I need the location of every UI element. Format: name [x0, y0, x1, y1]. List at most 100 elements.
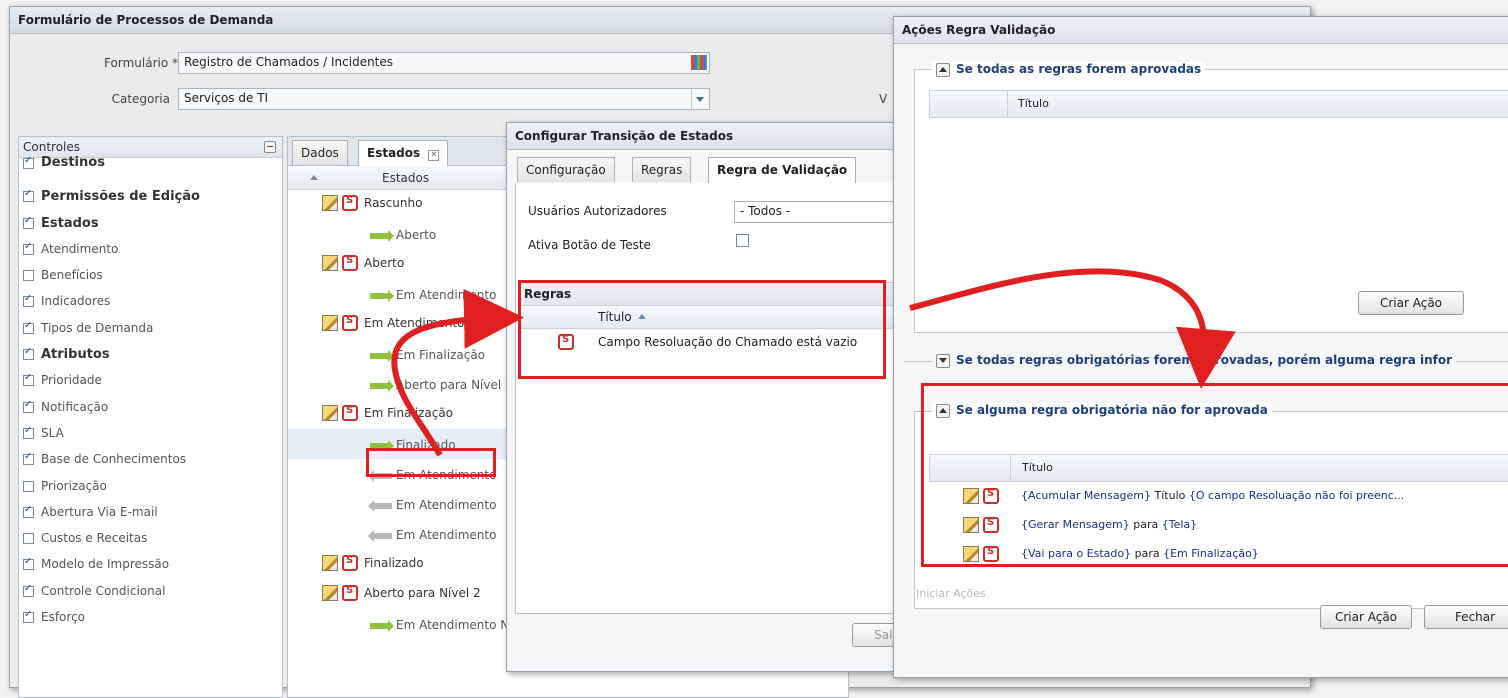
control-item[interactable]: Prioridade: [19, 368, 282, 394]
control-label: Custos e Receitas: [41, 531, 148, 546]
control-label: Atendimento: [41, 241, 119, 256]
close-tab-icon[interactable]: ✕: [428, 150, 440, 161]
controls-panel: Controles DestinosPermissões de EdiçãoEs…: [18, 136, 283, 698]
control-label: Permissões de Edição: [41, 189, 200, 205]
chevron-down-icon[interactable]: [691, 89, 709, 109]
delete-icon[interactable]: [342, 315, 358, 331]
ativa-checkbox[interactable]: [736, 234, 749, 247]
collapse-panel-icon[interactable]: [264, 141, 276, 153]
actions-dialog: Ações Regra Validação Se todas as regras…: [893, 16, 1508, 678]
delete-icon[interactable]: [342, 255, 358, 271]
ativa-label: Ativa Botão de Teste: [528, 238, 651, 252]
usuarios-select[interactable]: - Todos -: [734, 201, 906, 223]
edit-icon[interactable]: [322, 255, 338, 271]
control-checkbox[interactable]: [23, 270, 34, 282]
control-item[interactable]: Benefícios: [19, 263, 282, 289]
edit-icon[interactable]: [322, 585, 338, 601]
control-item[interactable]: Base de Conhecimentos: [19, 447, 282, 473]
control-item[interactable]: Atendimento: [19, 237, 282, 263]
control-checkbox[interactable]: [23, 609, 34, 624]
control-checkbox[interactable]: [23, 215, 34, 229]
control-label: Priorização: [41, 478, 107, 493]
tab-regras[interactable]: Regras: [632, 157, 692, 182]
control-item[interactable]: Esforço: [19, 605, 282, 631]
fechar-button[interactable]: Fechar: [1424, 605, 1508, 629]
delete-icon[interactable]: [342, 555, 358, 571]
control-checkbox[interactable]: [23, 372, 34, 387]
formulario-value: Registro de Chamados / Incidentes: [184, 55, 394, 69]
arrow-right-icon: [370, 350, 394, 362]
delete-icon[interactable]: [342, 585, 358, 601]
section-partial-legend[interactable]: Se todas regras obrigatórias forem aprov…: [932, 353, 1457, 368]
arrow-right-icon: [370, 620, 394, 632]
control-checkbox[interactable]: [23, 504, 34, 518]
tab-dados[interactable]: Dados: [292, 140, 348, 165]
formulario-field[interactable]: Registro de Chamados / Incidentes: [178, 52, 710, 74]
form-picker-icon[interactable]: [691, 55, 707, 70]
categoria-select[interactable]: Serviços de TI: [178, 88, 710, 110]
collapse-icon[interactable]: [936, 62, 950, 77]
control-checkbox[interactable]: [23, 188, 34, 203]
control-item[interactable]: Abertura Via E-mail: [19, 500, 282, 526]
control-item[interactable]: Permissões de Edição: [19, 184, 282, 210]
control-item[interactable]: Estados: [19, 211, 282, 237]
expand-icon[interactable]: [936, 353, 950, 368]
control-label: Estados: [41, 215, 99, 231]
control-item[interactable]: Custos e Receitas: [19, 526, 282, 552]
annotation-actions-box: [921, 383, 1508, 567]
edit-icon[interactable]: [322, 405, 338, 421]
control-checkbox[interactable]: [23, 451, 34, 466]
control-item[interactable]: Controle Condicional: [19, 579, 282, 605]
control-checkbox[interactable]: [23, 480, 34, 492]
transition-tabs: Configuração Regras Regra de Validação: [515, 157, 895, 184]
arrow-right-icon: [370, 230, 394, 242]
control-checkbox[interactable]: [23, 556, 34, 571]
control-item[interactable]: SLA: [19, 421, 282, 447]
control-checkbox[interactable]: [23, 533, 34, 545]
control-label: Indicadores: [41, 294, 111, 309]
control-label: Modelo de Impressão: [41, 557, 170, 572]
control-checkbox[interactable]: [23, 155, 34, 169]
control-checkbox[interactable]: [23, 399, 34, 413]
control-item[interactable]: Indicadores: [19, 289, 282, 315]
control-label: Prioridade: [41, 373, 102, 388]
edit-icon[interactable]: [322, 315, 338, 331]
control-item[interactable]: Notificação: [19, 395, 282, 421]
arrow-right-icon: [370, 380, 394, 392]
control-checkbox[interactable]: [23, 320, 34, 334]
tab-regra-validacao[interactable]: Regra de Validação: [708, 157, 857, 183]
section-approved-legend[interactable]: Se todas as regras forem aprovadas: [932, 62, 1206, 77]
control-label: Esforço: [41, 610, 86, 625]
control-checkbox[interactable]: [23, 241, 34, 255]
control-item[interactable]: Destinos: [19, 155, 282, 184]
control-checkbox[interactable]: [23, 293, 34, 308]
control-checkbox[interactable]: [23, 425, 34, 439]
state-label: Em Atendimento: [364, 316, 465, 330]
state-label: Finalizado: [364, 556, 424, 570]
edit-icon[interactable]: [322, 555, 338, 571]
hidden-tab-label: Iniciar Ações: [916, 587, 986, 600]
control-item[interactable]: Priorização: [19, 474, 282, 500]
control-checkbox[interactable]: [23, 583, 34, 597]
annotation-regras-box: [518, 280, 886, 379]
arrow-left-icon: [368, 530, 392, 542]
edit-icon[interactable]: [322, 195, 338, 211]
delete-icon[interactable]: [342, 195, 358, 211]
control-label: SLA: [41, 425, 64, 440]
control-label: Atributos: [41, 347, 110, 363]
control-label: Controle Condicional: [41, 583, 166, 598]
transition-label: Em Atendimento: [396, 288, 497, 302]
control-item[interactable]: Tipos de Demanda: [19, 316, 282, 342]
arrow-left-icon: [368, 500, 392, 512]
control-item[interactable]: Atributos: [19, 342, 282, 368]
control-checkbox[interactable]: [23, 346, 34, 361]
extra-label: V: [879, 92, 888, 106]
criar-acao-bottom-button[interactable]: Criar Ação: [1320, 605, 1412, 629]
transition-label: Em Finalização: [396, 348, 486, 362]
criar-acao-button[interactable]: Criar Ação: [1358, 291, 1464, 315]
control-item[interactable]: Modelo de Impressão: [19, 552, 282, 578]
tab-configuracao[interactable]: Configuração: [517, 157, 615, 182]
state-label: Aberto: [364, 256, 405, 270]
delete-icon[interactable]: [342, 405, 358, 421]
tab-estados[interactable]: Estados ✕: [358, 140, 449, 166]
